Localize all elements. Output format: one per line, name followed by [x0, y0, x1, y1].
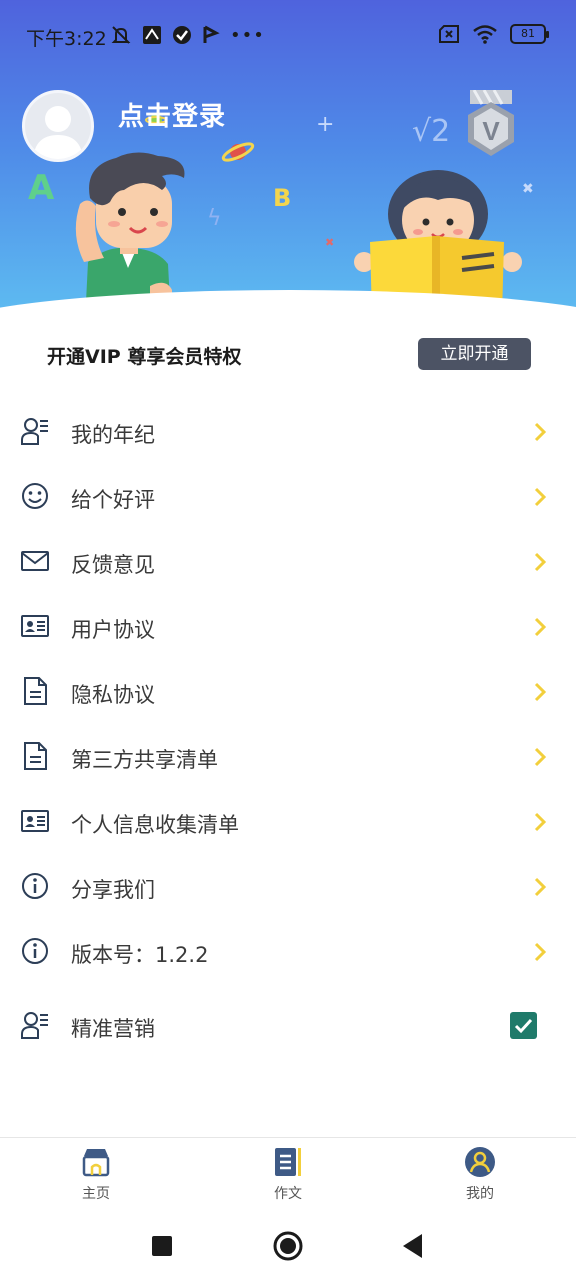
document-icon: [24, 742, 47, 770]
system-nav-bar: [0, 1213, 576, 1280]
marketing-checkbox[interactable]: [510, 1012, 537, 1039]
boy-illustration: [75, 152, 185, 302]
cross-decoration: ✖: [522, 181, 534, 197]
back-button[interactable]: [400, 1232, 426, 1260]
battery-indicator: 81: [510, 24, 549, 44]
tab-mine[interactable]: 我的: [420, 1138, 540, 1214]
chevron-right-icon: [534, 617, 547, 637]
sim-off-icon: [439, 25, 459, 43]
vip-open-button[interactable]: 立即开通: [418, 338, 531, 370]
sqrt-decoration: √2: [412, 114, 451, 149]
menu-item-feedback[interactable]: 反馈意见: [0, 530, 576, 595]
flag-icon: [203, 25, 220, 43]
user-list-icon: [21, 1012, 48, 1039]
vip-badge-icon: V: [468, 90, 514, 156]
menu-item-label: 反馈意见: [71, 553, 155, 577]
menu-item-label: 个人信息收集清单: [71, 813, 239, 837]
status-time: 下午3:22: [26, 28, 107, 50]
chevron-right-icon: [534, 552, 547, 572]
chevron-right-icon: [534, 682, 547, 702]
cross-red-decoration: ✖: [325, 236, 335, 249]
id-card-icon: [21, 615, 49, 637]
menu-item-label: 第三方共享清单: [71, 748, 218, 772]
vip-promo-row: 开通VIP 尊享会员特权 立即开通: [0, 330, 576, 380]
menu-item-rate[interactable]: 给个好评: [0, 465, 576, 530]
shop-icon: [82, 1149, 110, 1177]
menu-item-label: 我的年纪: [71, 423, 155, 447]
menu-item-precision-marketing: 精准营销: [0, 994, 576, 1059]
menu-item-user-agreement[interactable]: 用户协议: [0, 595, 576, 660]
vip-promo-text: 开通VIP 尊享会员特权: [47, 346, 242, 368]
menu-item-label: 版本号：1.2.2: [71, 943, 209, 967]
more-dots-icon: •••: [230, 24, 265, 46]
recents-button[interactable]: [150, 1234, 174, 1258]
tab-essay[interactable]: 作文: [228, 1138, 348, 1214]
chevron-right-icon: [534, 942, 547, 962]
app-notification-icon: [143, 26, 161, 44]
planet-icon: [221, 142, 255, 162]
chevron-right-icon: [534, 422, 547, 442]
status-system-icons: 81: [438, 24, 549, 44]
checkmark-icon: [514, 1018, 533, 1034]
chevron-right-icon: [534, 747, 547, 767]
settings-menu: 我的年纪 给个好评 反馈意见 用户协议 隐私协议 第三方共享清单 个人信息收集清…: [0, 400, 576, 985]
menu-item-share[interactable]: 分享我们: [0, 855, 576, 920]
plus-decoration: +: [316, 112, 335, 137]
menu-item-version[interactable]: 版本号：1.2.2: [0, 920, 576, 985]
tab-label: 作文: [274, 1186, 302, 1202]
menu-item-label: 分享我们: [71, 878, 155, 902]
chevron-right-icon: [534, 812, 547, 832]
chevron-right-icon: [534, 877, 547, 897]
menu-item-privacy[interactable]: 隐私协议: [0, 660, 576, 725]
menu-item-label: 用户协议: [71, 618, 155, 642]
info-icon: [22, 938, 48, 964]
notebook-icon: [275, 1148, 301, 1176]
chevron-right-icon: [534, 487, 547, 507]
menu-item-label: 给个好评: [71, 488, 155, 512]
menu-item-label: 隐私协议: [71, 683, 155, 707]
tab-label: 主页: [82, 1186, 110, 1202]
smiley-icon: [22, 483, 48, 509]
default-avatar-icon: [33, 106, 83, 159]
letter-b-decoration: B: [273, 184, 292, 212]
user-list-icon: [21, 418, 48, 445]
status-notification-icons: •••: [110, 24, 265, 46]
lightning-decoration: ϟ: [207, 206, 222, 231]
menu-item-label: 精准营销: [71, 1017, 155, 1041]
home-button[interactable]: [272, 1230, 304, 1262]
info-icon: [22, 873, 48, 899]
person-icon: [465, 1147, 495, 1177]
menu-item-grade[interactable]: 我的年纪: [0, 400, 576, 465]
menu-item-third-party[interactable]: 第三方共享清单: [0, 725, 576, 790]
bell-muted-icon: [111, 26, 131, 44]
id-card-icon: [21, 810, 49, 832]
login-link[interactable]: 点击登录: [118, 96, 226, 133]
letter-a-decoration: A: [28, 168, 55, 208]
vip-badge-letter: V: [482, 116, 500, 146]
bottom-tab-bar: 主页 作文 我的: [0, 1137, 576, 1213]
tab-label: 我的: [466, 1186, 494, 1202]
wifi-icon: [473, 25, 497, 44]
tab-home[interactable]: 主页: [36, 1138, 156, 1214]
menu-item-personal-info[interactable]: 个人信息收集清单: [0, 790, 576, 855]
avatar[interactable]: [22, 90, 94, 162]
status-bar: 下午3:22 ••• 81: [0, 0, 576, 72]
check-circle-icon: [173, 26, 191, 44]
document-icon: [24, 677, 47, 705]
mail-icon: [21, 551, 49, 571]
